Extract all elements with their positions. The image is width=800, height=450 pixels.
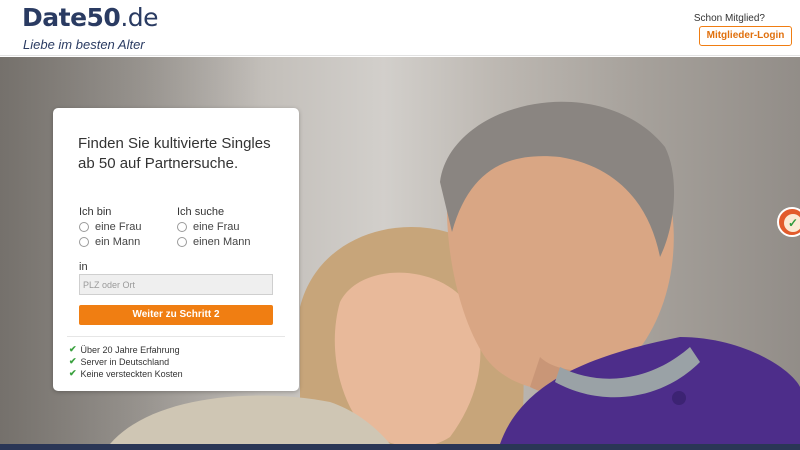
- next-step-button[interactable]: Weiter zu Schritt 2: [79, 305, 273, 325]
- i-am-woman-option[interactable]: eine Frau: [79, 221, 141, 233]
- location-label: in: [79, 261, 88, 273]
- option-label: eine Frau: [95, 221, 142, 233]
- option-label: einen Mann: [193, 236, 251, 248]
- benefit-text: Über 20 Jahre Erfahrung: [80, 344, 180, 355]
- benefit-text: Keine versteckten Kosten: [80, 368, 183, 379]
- member-question: Schon Mitglied?: [693, 13, 765, 24]
- benefit-text: Server in Deutschland: [80, 356, 170, 367]
- option-label: eine Frau: [193, 221, 240, 233]
- check-icon: ✔: [69, 344, 77, 354]
- radio-icon[interactable]: [79, 222, 89, 232]
- location-input[interactable]: [79, 274, 273, 295]
- divider: [67, 336, 285, 337]
- site-header: Date50.de Liebe im besten Alter Schon Mi…: [0, 0, 800, 56]
- logo[interactable]: Date50.de: [22, 3, 159, 32]
- i-am-man-option[interactable]: ein Mann: [79, 236, 140, 248]
- check-icon: ✓: [784, 214, 800, 232]
- benefit-item: ✔ Über 20 Jahre Erfahrung: [69, 344, 180, 355]
- seal-badge-icon[interactable]: ✓: [777, 207, 800, 237]
- radio-icon[interactable]: [177, 237, 187, 247]
- signup-card: Finden Sie kultivierte Singles ab 50 auf…: [53, 108, 299, 391]
- seeking-label: Ich suche: [177, 206, 225, 218]
- member-login-button[interactable]: Mitglieder-Login: [699, 26, 792, 46]
- check-icon: ✔: [69, 368, 77, 378]
- benefit-item: ✔ Keine versteckten Kosten: [69, 368, 183, 379]
- radio-icon[interactable]: [177, 222, 187, 232]
- seeking-woman-option[interactable]: eine Frau: [177, 221, 239, 233]
- seeking-man-option[interactable]: einen Mann: [177, 236, 251, 248]
- logo-tld: .de: [120, 3, 159, 32]
- radio-icon[interactable]: [79, 237, 89, 247]
- card-title: Finden Sie kultivierte Singles ab 50 auf…: [78, 135, 271, 172]
- logo-brand: Date50: [22, 3, 121, 32]
- tagline: Liebe im besten Alter: [23, 37, 145, 52]
- option-label: ein Mann: [95, 236, 141, 248]
- footer-bar: [0, 444, 800, 450]
- i-am-label: Ich bin: [79, 206, 112, 218]
- benefit-item: ✔ Server in Deutschland: [69, 356, 169, 367]
- check-icon: ✔: [69, 356, 77, 366]
